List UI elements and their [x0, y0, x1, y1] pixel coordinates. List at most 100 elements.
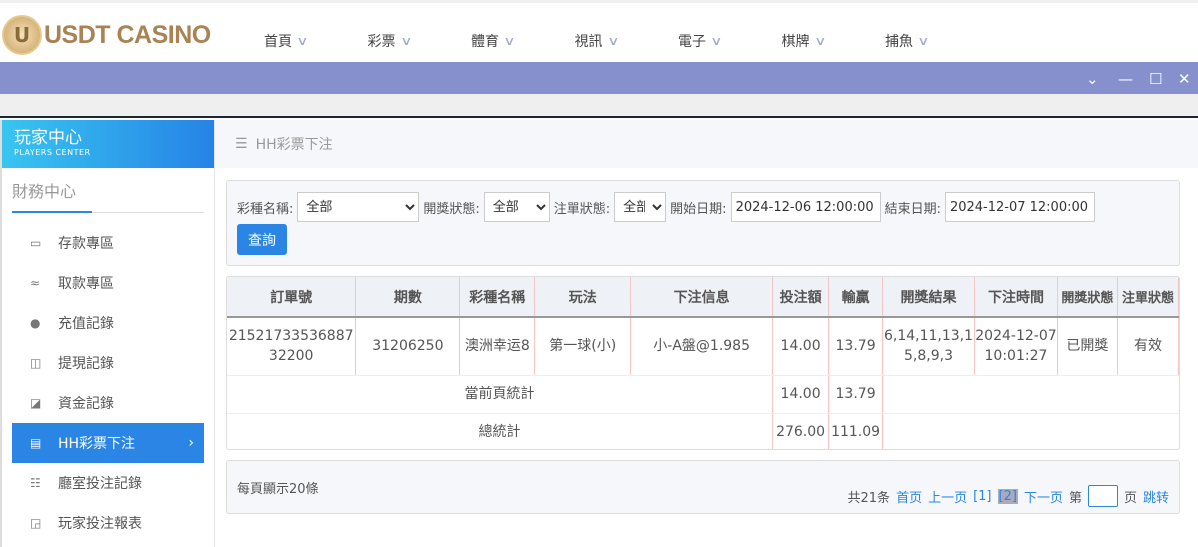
first-page-link[interactable]: 首页	[896, 487, 922, 506]
sidebar-item-fund-record[interactable]: ◪ 資金記錄	[12, 383, 204, 423]
nav-slots[interactable]: 電子 ∨	[678, 31, 782, 51]
grand-total-label: 總統計	[227, 413, 774, 449]
chevron-right-icon: ›	[188, 435, 194, 451]
nav-cards[interactable]: 棋牌 ∨	[782, 31, 886, 51]
breadcrumb-label: HH彩票下注	[255, 137, 333, 153]
sidebar-item-label: 取款專區	[58, 276, 114, 292]
grand-total-row: 總統計 276.00 111.09	[227, 413, 1179, 449]
col-period: 期數	[355, 277, 461, 318]
end-date-label: 結束日期:	[884, 201, 941, 217]
prev-page-link[interactable]: 上一页	[928, 487, 967, 506]
cell-bet-info: 小-A盤@1.985	[630, 317, 774, 376]
main-content: ☰ HH彩票下注 彩種名稱: 全部 開獎狀態: 全部 注單狀態: 全部 開始日期:…	[215, 120, 1198, 547]
query-button[interactable]: 查詢	[237, 224, 287, 255]
sidebar-item-label: 充值記錄	[58, 316, 114, 332]
page-number-input[interactable]	[1087, 485, 1118, 507]
breadcrumb: ☰ HH彩票下注	[215, 120, 1198, 168]
nav-label: 棋牌	[781, 34, 810, 50]
page-1-link[interactable]: [1]	[973, 489, 991, 504]
nav-live[interactable]: 視訊 ∨	[575, 31, 679, 51]
filter-panel: 彩種名稱: 全部 開獎狀態: 全部 注單狀態: 全部 開始日期: 2024-12…	[226, 180, 1180, 266]
main-menu: 首頁 ∨ 彩票 ∨ 體育 ∨ 視訊 ∨ 電子 ∨ 棋牌 ∨ 捕魚 ∨	[264, 31, 989, 51]
money-bag-icon: ●	[30, 316, 41, 330]
chart-icon: ◲	[30, 516, 42, 530]
sidebar: 玩家中心 PLAYERS CENTER 財務中心 ▭ 存款專區 ≈ 取款專區 ● 充值…	[0, 120, 215, 547]
col-lottery: 彩種名稱	[459, 277, 536, 318]
chevron-down-icon: ∨	[710, 34, 723, 48]
cell-bet-time: 2024-12-07 10:01:27	[974, 317, 1058, 376]
list-icon: ▤	[30, 436, 42, 450]
sidebar-item-hall-bet-record[interactable]: ☷ 廳室投注記錄	[12, 463, 204, 503]
cash-icon: ◪	[30, 396, 42, 410]
sidebar-subtitle: PLAYERS CENTER	[14, 148, 91, 157]
chevron-down-icon: ∨	[399, 34, 413, 48]
players-center-banner: 玩家中心 PLAYERS CENTER	[2, 120, 214, 168]
page-suffix: 页	[1123, 490, 1137, 506]
sidebar-item-recharge-record[interactable]: ● 充值記錄	[12, 303, 204, 343]
chevron-down-icon: ∨	[503, 34, 516, 48]
table-row: 2152173353688732200 31206250 澳洲幸运8 第一球(小…	[227, 317, 1179, 376]
col-bet-info: 下注信息	[630, 277, 774, 318]
jump-button[interactable]: 跳转	[1143, 487, 1169, 506]
end-date-input[interactable]: 2024-12-07 12:00:00	[944, 192, 1095, 222]
logo-text: USDT CASINO	[44, 20, 211, 49]
pagination-panel: 每頁顯示20條 共21条 首页 上一页 [1] [2] 下一页 第 页 跳转	[226, 460, 1180, 514]
collapse-icon[interactable]: ⌄	[1086, 70, 1099, 88]
start-date-label: 開始日期:	[670, 201, 727, 217]
cell-play: 第一球(小)	[534, 317, 632, 376]
wallet-icon: ◫	[30, 356, 42, 370]
menu-icon[interactable]: ☰	[235, 136, 248, 152]
logo-emblem: U	[2, 15, 42, 55]
toolbar-strip	[0, 94, 1198, 118]
nav-fishing[interactable]: 捕魚 ∨	[885, 31, 989, 51]
col-draw-status: 開獎狀態	[1057, 277, 1118, 318]
col-win-loss: 輸贏	[828, 277, 884, 318]
grand-total-bet: 276.00	[772, 413, 830, 449]
chevron-down-icon: ∨	[606, 34, 620, 48]
list-detail-icon: ☷	[30, 476, 41, 490]
nav-home[interactable]: 首頁 ∨	[264, 31, 368, 51]
nav-sports[interactable]: 體育 ∨	[471, 31, 575, 51]
nav-lottery[interactable]: 彩票 ∨	[368, 31, 472, 51]
sidebar-item-player-report[interactable]: ◲ 玩家投注報表	[12, 503, 204, 543]
pagination: 共21条 首页 上一页 [1] [2] 下一页 第 页 跳转	[848, 485, 1169, 507]
nav-label: 電子	[678, 34, 706, 50]
sidebar-item-withdraw-record[interactable]: ◫ 提現記錄	[12, 343, 204, 383]
col-order-no: 訂單號	[227, 277, 357, 318]
next-page-link[interactable]: 下一页	[1024, 487, 1063, 506]
page-total-bet: 14.00	[772, 375, 830, 414]
cell-order-status: 有效	[1117, 317, 1179, 376]
page-2-current[interactable]: [2]	[997, 488, 1018, 504]
sidebar-item-label: 提現記錄	[58, 356, 114, 372]
cell-draw-status: 已開獎	[1057, 317, 1118, 376]
order-status-select[interactable]: 全部	[614, 192, 667, 222]
logo[interactable]: U USDT CASINO	[2, 15, 211, 55]
cell-win-loss: 13.79	[828, 317, 884, 376]
lottery-select[interactable]: 全部	[297, 192, 420, 222]
card-icon: ▭	[30, 236, 42, 250]
sidebar-item-hh-lottery[interactable]: ▤ HH彩票下注 ›	[12, 423, 204, 463]
sidebar-item-withdraw[interactable]: ≈ 取款專區	[12, 263, 204, 303]
top-nav: U USDT CASINO 首頁 ∨ 彩票 ∨ 體育 ∨ 視訊 ∨ 電子 ∨ 棋牌 ∨ 捕魚…	[0, 0, 1198, 62]
start-date-input[interactable]: 2024-12-06 12:00:00	[730, 192, 881, 222]
nav-label: 彩票	[367, 34, 396, 50]
close-icon[interactable]: ✕	[1178, 70, 1191, 88]
maximize-icon[interactable]: ☐	[1149, 70, 1162, 88]
draw-status-select[interactable]: 全部	[483, 192, 550, 222]
chevron-down-icon: ∨	[296, 34, 309, 48]
grand-total-win: 111.09	[828, 413, 884, 449]
chevron-down-icon: ∨	[813, 34, 827, 48]
page-total-row: 當前頁統計 14.00 13.79	[227, 375, 1179, 414]
sidebar-item-label: 玩家投注報表	[58, 516, 142, 532]
sidebar-item-label: HH彩票下注	[58, 436, 136, 452]
chevron-down-icon: ∨	[917, 34, 930, 48]
sidebar-item-label: 廳室投注記錄	[58, 476, 142, 492]
nav-label: 視訊	[574, 34, 603, 50]
page-total-win: 13.79	[828, 375, 884, 414]
sidebar-item-deposit[interactable]: ▭ 存款專區	[12, 223, 204, 263]
order-status-label: 注單狀態:	[553, 201, 611, 217]
draw-status-label: 開獎狀態:	[423, 201, 480, 217]
col-order-status: 注單狀態	[1117, 277, 1179, 318]
sidebar-item-label: 資金記錄	[58, 396, 114, 412]
minimize-icon[interactable]: —	[1118, 70, 1133, 88]
